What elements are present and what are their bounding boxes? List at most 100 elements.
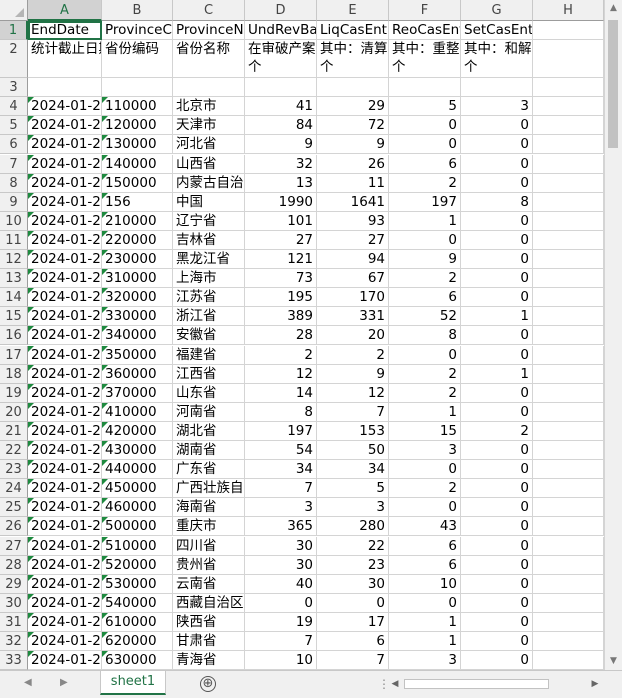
reo-cell[interactable]: 5: [389, 97, 461, 117]
und-rev-cell[interactable]: 197: [245, 421, 317, 441]
description-cell[interactable]: [533, 40, 604, 79]
province-code-cell[interactable]: 120000: [102, 116, 173, 136]
set-cell[interactable]: 1: [461, 307, 533, 327]
add-sheet-icon[interactable]: ⊕: [200, 676, 216, 692]
liq-cell[interactable]: 34: [317, 460, 389, 480]
province-name-cell[interactable]: 吉林省: [173, 230, 245, 250]
date-cell[interactable]: 2024-01-21: [28, 498, 102, 518]
province-name-cell[interactable]: 甘肃省: [173, 632, 245, 652]
province-name-cell[interactable]: 云南省: [173, 574, 245, 594]
reo-cell[interactable]: 6: [389, 555, 461, 575]
next-sheet-icon[interactable]: ▶: [60, 677, 68, 688]
empty-cell[interactable]: [533, 441, 604, 461]
date-cell[interactable]: 2024-01-21: [28, 173, 102, 193]
row-header-23[interactable]: 23: [0, 460, 28, 480]
und-rev-cell[interactable]: 195: [245, 288, 317, 308]
reo-cell[interactable]: 1: [389, 632, 461, 652]
und-rev-cell[interactable]: 73: [245, 269, 317, 289]
province-code-cell[interactable]: 530000: [102, 574, 173, 594]
province-code-cell[interactable]: 210000: [102, 211, 173, 231]
liq-cell[interactable]: 5: [317, 479, 389, 499]
province-name-cell[interactable]: 湖北省: [173, 421, 245, 441]
empty-cell[interactable]: [533, 555, 604, 575]
row-header-32[interactable]: 32: [0, 632, 28, 652]
province-name-cell[interactable]: 天津市: [173, 116, 245, 136]
set-cell[interactable]: 0: [461, 632, 533, 652]
province-name-cell[interactable]: 浙江省: [173, 307, 245, 327]
und-rev-cell[interactable]: 121: [245, 250, 317, 270]
liq-cell[interactable]: 12: [317, 383, 389, 403]
row-header-24[interactable]: 24: [0, 479, 28, 499]
header-cell[interactable]: UndRevBankruptcyNum: [245, 21, 317, 41]
set-cell[interactable]: 0: [461, 288, 533, 308]
empty-cell[interactable]: [389, 78, 461, 98]
liq-cell[interactable]: 50: [317, 441, 389, 461]
date-cell[interactable]: 2024-01-21: [28, 250, 102, 270]
date-cell[interactable]: 2024-01-21: [28, 345, 102, 365]
empty-cell[interactable]: [533, 479, 604, 499]
liq-cell[interactable]: 170: [317, 288, 389, 308]
row-header-20[interactable]: 20: [0, 402, 28, 422]
row-header-15[interactable]: 15: [0, 307, 28, 327]
liq-cell[interactable]: 280: [317, 517, 389, 537]
row-header-18[interactable]: 18: [0, 364, 28, 384]
date-cell[interactable]: 2024-01-21: [28, 288, 102, 308]
vertical-scroll-thumb[interactable]: [608, 20, 618, 148]
und-rev-cell[interactable]: 14: [245, 383, 317, 403]
column-header-e[interactable]: E: [317, 0, 389, 21]
province-name-cell[interactable]: 黑龙江省: [173, 250, 245, 270]
province-code-cell[interactable]: 140000: [102, 154, 173, 174]
column-header-a[interactable]: A: [28, 0, 102, 21]
province-name-cell[interactable]: 上海市: [173, 269, 245, 289]
und-rev-cell[interactable]: 9: [245, 135, 317, 155]
date-cell[interactable]: 2024-01-21: [28, 154, 102, 174]
date-cell[interactable]: 2024-01-21: [28, 97, 102, 117]
province-name-cell[interactable]: 青海省: [173, 651, 245, 671]
province-name-cell[interactable]: 广东省: [173, 460, 245, 480]
province-name-cell[interactable]: 内蒙古自治区: [173, 173, 245, 193]
row-header-14[interactable]: 14: [0, 288, 28, 308]
province-code-cell[interactable]: 630000: [102, 651, 173, 671]
description-cell[interactable]: 在审破产案件企业个数(个)个: [245, 40, 317, 79]
reo-cell[interactable]: 15: [389, 421, 461, 441]
empty-cell[interactable]: [533, 97, 604, 117]
liq-cell[interactable]: 26: [317, 154, 389, 174]
reo-cell[interactable]: 0: [389, 135, 461, 155]
und-rev-cell[interactable]: 10: [245, 651, 317, 671]
set-cell[interactable]: 0: [461, 555, 533, 575]
empty-cell[interactable]: [28, 78, 102, 98]
reo-cell[interactable]: 6: [389, 536, 461, 556]
province-name-cell[interactable]: 江苏省: [173, 288, 245, 308]
horizontal-scrollbar[interactable]: ◀ ▶: [388, 676, 602, 692]
empty-cell[interactable]: [533, 326, 604, 346]
und-rev-cell[interactable]: 7: [245, 632, 317, 652]
scroll-down-icon[interactable]: ▼: [605, 653, 622, 670]
province-code-cell[interactable]: 540000: [102, 593, 173, 613]
province-name-cell[interactable]: 陕西省: [173, 612, 245, 632]
province-code-cell[interactable]: 220000: [102, 230, 173, 250]
set-cell[interactable]: 0: [461, 383, 533, 403]
province-name-cell[interactable]: 山西省: [173, 154, 245, 174]
row-header-13[interactable]: 13: [0, 269, 28, 289]
province-code-cell[interactable]: 450000: [102, 479, 173, 499]
row-header-5[interactable]: 5: [0, 116, 28, 136]
header-cell[interactable]: ProvinceCode: [102, 21, 173, 41]
set-cell[interactable]: 0: [461, 574, 533, 594]
row-header-16[interactable]: 16: [0, 326, 28, 346]
province-code-cell[interactable]: 230000: [102, 250, 173, 270]
row-header-31[interactable]: 31: [0, 612, 28, 632]
scroll-right-icon[interactable]: ▶: [588, 676, 602, 692]
province-name-cell[interactable]: 福建省: [173, 345, 245, 365]
column-header-h[interactable]: H: [533, 0, 604, 21]
province-name-cell[interactable]: 重庆市: [173, 517, 245, 537]
und-rev-cell[interactable]: 0: [245, 593, 317, 613]
province-name-cell[interactable]: 山东省: [173, 383, 245, 403]
reo-cell[interactable]: 52: [389, 307, 461, 327]
scroll-left-icon[interactable]: ◀: [388, 676, 402, 692]
liq-cell[interactable]: 9: [317, 135, 389, 155]
set-cell[interactable]: 0: [461, 402, 533, 422]
reo-cell[interactable]: 3: [389, 441, 461, 461]
date-cell[interactable]: 2024-01-21: [28, 632, 102, 652]
province-name-cell[interactable]: 安徽省: [173, 326, 245, 346]
und-rev-cell[interactable]: 41: [245, 97, 317, 117]
